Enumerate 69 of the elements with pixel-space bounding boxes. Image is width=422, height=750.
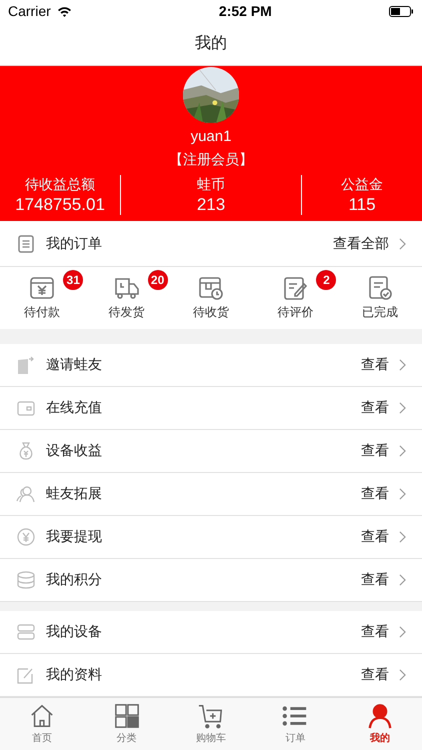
truck-icon xyxy=(114,275,140,301)
orders-row[interactable]: 我的订单 查看全部 xyxy=(0,221,422,267)
username: yuan1 xyxy=(190,128,232,145)
view-link[interactable]: 查看 xyxy=(361,356,389,374)
status-time: 2:52 PM xyxy=(218,3,272,19)
stat-label: 待收益总额 xyxy=(25,176,95,195)
check-document-icon xyxy=(366,275,393,301)
people-icon xyxy=(16,484,36,504)
orders-title: 我的订单 xyxy=(46,234,103,252)
share-icon xyxy=(16,355,36,375)
view-link[interactable]: 查看 xyxy=(361,623,389,641)
wifi-icon xyxy=(56,6,72,16)
view-link[interactable]: 查看 xyxy=(361,666,389,684)
cart-icon xyxy=(198,703,224,729)
stat-label: 蛙币 xyxy=(197,176,225,195)
box-clock-icon xyxy=(198,275,224,301)
view-link[interactable]: 查看 xyxy=(361,528,389,546)
yen-icon xyxy=(16,527,36,547)
tab-item[interactable]: 首页 xyxy=(0,698,84,750)
chevron-icon xyxy=(399,531,406,543)
page-title: 我的 xyxy=(195,33,227,54)
menu-label: 我的积分 xyxy=(46,571,103,589)
count-badge: 2 xyxy=(316,270,336,290)
member-level: 【注册会员】 xyxy=(169,151,253,169)
person-icon xyxy=(366,703,393,729)
stat-value: 115 xyxy=(348,195,376,215)
count-badge: 31 xyxy=(63,270,84,290)
stat-label: 公益金 xyxy=(341,176,383,195)
carrier-label: Carrier xyxy=(8,3,51,19)
menu-label: 设备收益 xyxy=(46,442,103,460)
battery-icon xyxy=(388,6,414,16)
menu-label: 蛙友拓展 xyxy=(46,485,103,503)
edit-note-icon xyxy=(282,275,308,301)
menu-label: 邀请蛙友 xyxy=(46,356,103,374)
chevron-icon xyxy=(399,445,406,457)
tab-item[interactable]: 订单 xyxy=(253,698,338,750)
stat-value: 1748755.01 xyxy=(15,195,105,215)
chevron-icon xyxy=(399,669,406,681)
chevron-icon xyxy=(399,359,406,371)
view-link[interactable]: 查看 xyxy=(361,485,389,503)
menu-label: 我的资料 xyxy=(46,666,103,684)
order-status-button[interactable]: 待付款 31 xyxy=(0,267,84,329)
yen-card-icon xyxy=(29,275,56,301)
view-all-link[interactable]: 查看全部 xyxy=(333,234,389,252)
order-status-button[interactable]: 已完成 xyxy=(338,267,422,329)
order-status-button[interactable]: 待发货 20 xyxy=(84,267,169,329)
home-icon xyxy=(29,703,56,729)
order-status-button[interactable]: 待评价 2 xyxy=(253,267,338,329)
view-link[interactable]: 查看 xyxy=(361,399,389,417)
view-link[interactable]: 查看 xyxy=(361,571,389,589)
stat-value: 213 xyxy=(196,195,226,215)
menu-label: 我要提现 xyxy=(46,528,103,546)
chevron-icon xyxy=(399,238,406,250)
chevron-icon xyxy=(399,488,406,500)
tab-item[interactable]: 我的 xyxy=(338,698,422,750)
coins-stack-icon xyxy=(16,570,36,590)
order-status-button[interactable]: 待收货 xyxy=(168,267,254,329)
clipboard-icon xyxy=(16,234,36,254)
tab-item[interactable]: 分类 xyxy=(84,698,169,750)
chevron-icon xyxy=(399,402,406,414)
chevron-icon xyxy=(399,574,406,586)
chevron-icon xyxy=(399,626,406,638)
view-link[interactable]: 查看 xyxy=(361,442,389,460)
grid-icon xyxy=(114,703,140,729)
menu-label: 在线充值 xyxy=(46,399,103,417)
device-icon xyxy=(16,622,36,642)
menu-label: 我的设备 xyxy=(46,623,103,641)
count-badge: 20 xyxy=(148,270,168,290)
tab-item[interactable]: 购物车 xyxy=(168,698,254,750)
